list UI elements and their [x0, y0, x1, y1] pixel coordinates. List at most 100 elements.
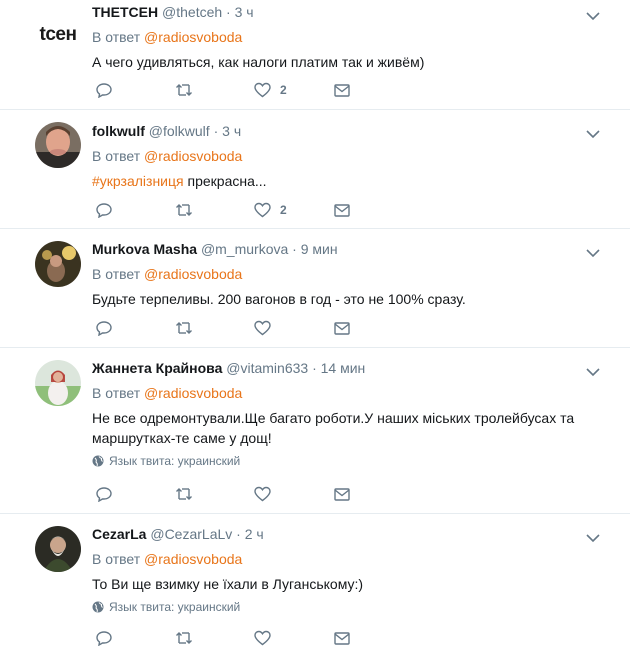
- tweet: Жаннета Крайнова @vitamin633 · 14 мин В …: [0, 348, 630, 514]
- tweet-text: А чего удивляться, как налоги платим так…: [92, 54, 425, 70]
- language-label: Язык твита: украинский: [109, 454, 241, 468]
- author-name[interactable]: Жаннета Крайнова: [92, 360, 222, 376]
- chevron-down-icon[interactable]: [586, 364, 600, 382]
- author-name[interactable]: folkwulf: [92, 123, 145, 139]
- tweet-content: CezarLa @CezarLaLv · 2 ч В ответ @radios…: [92, 514, 590, 614]
- author-name[interactable]: CezarLa: [92, 526, 146, 542]
- tweet-time[interactable]: 2 ч: [245, 526, 264, 542]
- chevron-down-icon[interactable]: [586, 126, 600, 144]
- direct-message-button[interactable]: [334, 203, 350, 217]
- globe-icon: [92, 601, 104, 613]
- reply-icon: [96, 203, 112, 218]
- message-icon: [334, 631, 350, 645]
- direct-message-button[interactable]: [334, 631, 350, 645]
- chevron-down-icon[interactable]: [586, 530, 600, 548]
- like-button[interactable]: [254, 320, 271, 336]
- retweet-button[interactable]: [175, 486, 193, 502]
- reply-mention-link[interactable]: @radiosvoboda: [144, 29, 242, 45]
- author-name[interactable]: THETCEH: [92, 4, 158, 20]
- tweet-time[interactable]: 9 мин: [301, 241, 338, 257]
- retweet-button[interactable]: [175, 82, 193, 98]
- like-icon: [254, 82, 271, 98]
- reply-prefix: В ответ: [92, 148, 141, 164]
- tweet-text-body: прекрасна...: [183, 173, 267, 189]
- retweet-button[interactable]: [175, 202, 193, 218]
- direct-message-button[interactable]: [334, 487, 350, 501]
- reply-mention-link[interactable]: @radiosvoboda: [144, 266, 242, 282]
- hashtag-link[interactable]: #укрзалізниця: [92, 173, 184, 189]
- direct-message-button[interactable]: [334, 83, 350, 97]
- like-button[interactable]: [254, 630, 271, 646]
- avatar-image: [35, 241, 81, 287]
- author-handle[interactable]: @folkwulf: [149, 123, 210, 139]
- reply-mention-link[interactable]: @radiosvoboda: [144, 148, 242, 164]
- reply-icon: [96, 631, 112, 646]
- reply-context: В ответ @radiosvoboda: [92, 27, 590, 47]
- avatar-image: [35, 122, 81, 168]
- retweet-icon: [176, 632, 192, 644]
- like-button[interactable]: [254, 486, 271, 502]
- author-name[interactable]: Murkova Masha: [92, 241, 197, 257]
- tweet: tcен THETCEH @thetceh · 3 ч В ответ @rad…: [0, 0, 630, 110]
- tweet-text: #укрзалізниця прекрасна...: [92, 171, 590, 191]
- tweet-header: CezarLa @CezarLaLv · 2 ч: [92, 524, 590, 544]
- avatar-logo-text: tcен: [39, 24, 77, 45]
- author-handle[interactable]: @m_murkova: [201, 241, 288, 257]
- author-handle[interactable]: @vitamin633: [226, 360, 308, 376]
- tweet-content: Murkova Masha @m_murkova · 9 мин В ответ…: [92, 229, 590, 309]
- reply-button[interactable]: [96, 82, 112, 98]
- like-count: 2: [280, 203, 287, 217]
- reply-mention-link[interactable]: @radiosvoboda: [144, 551, 242, 567]
- retweet-icon: [176, 204, 192, 216]
- direct-message-button[interactable]: [334, 321, 350, 335]
- reply-mention-link[interactable]: @radiosvoboda: [144, 385, 242, 401]
- tweet-text: Будьте терпеливы. 200 вагонов в год - эт…: [92, 291, 466, 307]
- tweet-language[interactable]: Язык твита: украинский: [92, 600, 590, 614]
- reply-prefix: В ответ: [92, 551, 141, 567]
- reply-prefix: В ответ: [92, 29, 141, 45]
- chevron-down-icon[interactable]: [586, 245, 600, 263]
- reply-button[interactable]: [96, 202, 112, 218]
- separator-dot: ·: [292, 241, 297, 257]
- separator-dot: ·: [213, 123, 219, 139]
- reply-context: В ответ @radiosvoboda: [92, 146, 590, 166]
- language-label: Язык твита: украинский: [109, 600, 241, 614]
- chevron-down-icon[interactable]: [586, 8, 600, 26]
- tweet: Murkova Masha @m_murkova · 9 мин В ответ…: [0, 229, 630, 348]
- tweet-text: Не все одремонтували.Ще багато роботи.У …: [92, 410, 575, 446]
- like-count: 2: [280, 83, 287, 97]
- like-button[interactable]: 2: [254, 202, 287, 218]
- like-button[interactable]: 2: [254, 82, 287, 98]
- message-icon: [334, 83, 350, 97]
- tweet-content: Жаннета Крайнова @vitamin633 · 14 мин В …: [92, 348, 590, 468]
- avatar[interactable]: [35, 360, 81, 406]
- tweet: CezarLa @CezarLaLv · 2 ч В ответ @radios…: [0, 514, 630, 653]
- reply-icon: [96, 83, 112, 98]
- tweet-feed: tcен THETCEH @thetceh · 3 ч В ответ @rad…: [0, 0, 630, 653]
- reply-button[interactable]: [96, 486, 112, 502]
- reply-prefix: В ответ: [92, 266, 141, 282]
- author-handle[interactable]: @CezarLaLv: [150, 526, 232, 542]
- reply-button[interactable]: [96, 630, 112, 646]
- tweet-header: Murkova Masha @m_murkova · 9 мин: [92, 239, 590, 259]
- like-icon: [254, 320, 271, 336]
- reply-icon: [96, 321, 112, 336]
- avatar-image: [35, 360, 81, 406]
- author-handle[interactable]: @thetceh: [162, 4, 222, 20]
- avatar-image: [35, 526, 81, 572]
- tweet-content: THETCEH @thetceh · 3 ч В ответ @radiosvo…: [92, 0, 590, 72]
- reply-button[interactable]: [96, 320, 112, 336]
- reply-context: В ответ @radiosvoboda: [92, 264, 590, 284]
- avatar[interactable]: tcен: [35, 12, 81, 58]
- tweet-time[interactable]: 14 мин: [321, 360, 366, 376]
- globe-icon: [92, 455, 104, 467]
- avatar[interactable]: [35, 526, 81, 572]
- avatar[interactable]: [35, 122, 81, 168]
- retweet-icon: [176, 84, 192, 96]
- tweet-time[interactable]: 3 ч: [235, 4, 254, 20]
- tweet-time[interactable]: 3 ч: [222, 123, 241, 139]
- retweet-button[interactable]: [175, 630, 193, 646]
- tweet-language[interactable]: Язык твита: украинский: [92, 454, 590, 468]
- retweet-button[interactable]: [175, 320, 193, 336]
- avatar[interactable]: [35, 241, 81, 287]
